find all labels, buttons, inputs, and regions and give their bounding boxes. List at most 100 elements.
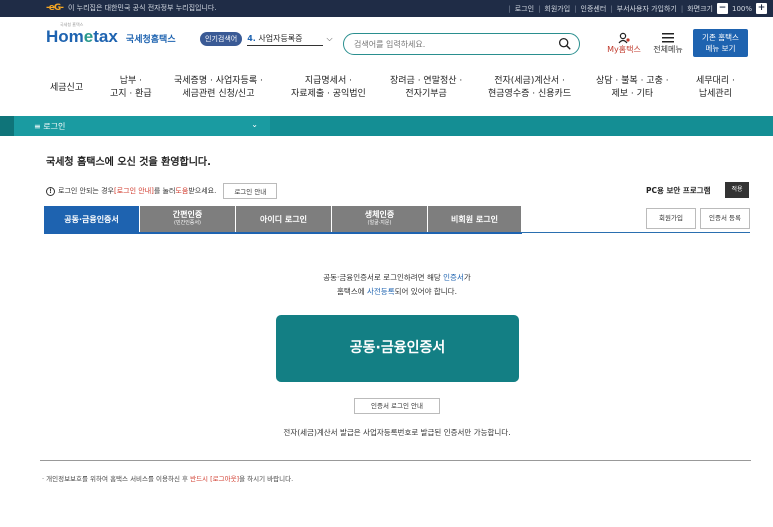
- chevron-down-icon: ⌄: [251, 120, 258, 129]
- desc-text: 홈택스에: [337, 287, 367, 296]
- nav-line1: 납부 ·: [119, 76, 142, 86]
- info-icon: !: [46, 186, 55, 196]
- tab-biometric[interactable]: 생체인증 (얼굴·지문): [332, 206, 428, 233]
- nav-certificates[interactable]: 국세증명 · 사업자등록 · 세금관련 신청/신고: [174, 75, 263, 101]
- logo-tax: tax: [93, 27, 118, 46]
- desc-text: 가: [463, 273, 471, 282]
- popular-keywords[interactable]: 인기검색어 4. 사업자등록증 ⌵: [200, 32, 333, 46]
- nav-incentives[interactable]: 장려금 · 연말정산 · 전자기부금: [390, 75, 462, 101]
- privacy-logout-highlight: 반드시 [로그아웃]: [190, 475, 240, 483]
- tab-label: 아이디 로그인: [260, 215, 307, 224]
- tab-underline: [44, 232, 522, 234]
- page-title: 국세청 홈택스에 오신 것을 환영합니다.: [46, 157, 211, 168]
- tab-simple-auth[interactable]: 간편인증 (민간인증서): [140, 206, 236, 233]
- nav-line2: 세금관련 신청/신고: [182, 89, 255, 99]
- pc-security-apply-button[interactable]: 적용: [725, 182, 749, 198]
- zoom-value: 100%: [731, 4, 752, 13]
- popular-keyword-text: 사업자등록증: [258, 33, 303, 43]
- logo-subtitle: 국세청홈택스: [125, 35, 176, 45]
- nav-line1: 상담 · 불복 · 고충 ·: [596, 76, 669, 86]
- nav-line1: 전자(세금)계산서 ·: [494, 76, 565, 86]
- nav-e-invoice[interactable]: 전자(세금)계산서 · 현금영수증 · 신용카드: [488, 75, 571, 101]
- logo-home: Hom: [46, 27, 84, 46]
- chevron-down-icon[interactable]: ⌵: [327, 34, 333, 44]
- legacy-line2: 메뉴 보기: [705, 44, 736, 53]
- divider: |: [508, 4, 511, 13]
- cert-center-link[interactable]: 인증센터: [581, 4, 607, 14]
- nav-line1: 세금신고: [50, 83, 84, 93]
- logo-tagline: 국세청 홈택스: [60, 22, 84, 27]
- search-box: [343, 33, 580, 55]
- nav-consulting[interactable]: 상담 · 불복 · 고충 · 제보 · 기타: [596, 75, 669, 101]
- description-line2: 홈택스에 사전등록되어 있어야 합니다.: [0, 285, 773, 299]
- notice-link-login-guide[interactable]: [로그인 안내]: [114, 186, 154, 196]
- gov-notice-text: 이 누리집은 대한민국 공식 전자정부 누리집입니다.: [67, 4, 217, 12]
- hamburger-icon: [662, 33, 674, 43]
- notice-text-post: 받으세요.: [188, 187, 217, 195]
- home-link[interactable]: [0, 116, 14, 136]
- gov-banner-bar: -eG- 이 누리집은 대한민국 공식 전자정부 누리집입니다. | 로그인 |…: [0, 0, 773, 17]
- tab-label: 생체인증: [364, 210, 395, 219]
- tab-label: 공동·금융인증서: [64, 215, 119, 224]
- utility-links: | 로그인 | 회원가입 | 인증센터 | 부서사용자 가입하기 | 화면크기 …: [504, 3, 767, 14]
- desc-text: 되어 있어야 합니다.: [394, 287, 457, 296]
- myhometax-label: My홈택스: [607, 45, 641, 54]
- cert-register-button[interactable]: 인증서 등록: [700, 208, 750, 229]
- dept-user-join-link[interactable]: 부서사용자 가입하기: [617, 4, 677, 14]
- nav-line1: 세무대리 ·: [696, 76, 735, 86]
- breadcrumb-current[interactable]: ≡ 로그인 ⌄: [14, 116, 270, 136]
- privacy-text-pre: · 개인정보보호를 위하여 홈택스 서비스를 이용하신 후: [42, 475, 191, 483]
- joint-certificate-login-button[interactable]: 공동·금융인증서: [276, 315, 519, 382]
- notice-text-mid: 를 눌러: [153, 187, 176, 195]
- tab-underline-right: [520, 232, 750, 233]
- login-guide-button[interactable]: 로그인 안내: [223, 183, 278, 199]
- divider: |: [574, 4, 577, 13]
- tab-guest-login[interactable]: 비회원 로그인: [428, 206, 522, 233]
- egov-logo: -eG-: [46, 3, 64, 13]
- person-icon: [618, 32, 630, 44]
- screen-size-label: 화면크기: [687, 4, 713, 13]
- nav-line2: 전자기부금: [405, 89, 447, 99]
- nav-line1: 국세증명 · 사업자등록 ·: [174, 76, 263, 86]
- legacy-line1: 기존 홈택스: [702, 33, 739, 42]
- nav-tax-filing[interactable]: 세금신고: [50, 82, 83, 95]
- popular-tag: 인기검색어: [200, 32, 243, 46]
- header: 국세청 홈택스 Hometax 국세청홈택스 인기검색어 4. 사업자등록증 ⌵…: [0, 17, 773, 67]
- hometax-logo[interactable]: 국세청 홈택스 Hometax 국세청홈택스: [46, 22, 176, 47]
- nav-tax-agent[interactable]: 세무대리 · 납세관리: [696, 75, 735, 101]
- cert-login-guide-button[interactable]: 인증서 로그인 안내: [354, 398, 440, 414]
- divider: |: [680, 4, 684, 13]
- divider: [40, 460, 751, 461]
- search-input[interactable]: [354, 37, 544, 51]
- all-menu-button[interactable]: 전체메뉴: [650, 32, 686, 55]
- nav-line2: 고지 · 환급: [110, 89, 152, 99]
- login-link[interactable]: 로그인: [515, 4, 534, 14]
- tab-id-login[interactable]: 아이디 로그인: [236, 206, 332, 233]
- menu-icon: ≡: [34, 122, 41, 131]
- desc-text: 공동·금융인증서로 로그인하려면 해당: [323, 273, 444, 282]
- nav-statements[interactable]: 지급명세서 · 자료제출 · 공익법인: [291, 75, 366, 101]
- logo-e: e: [83, 27, 94, 46]
- desc-highlight-preregister: 사전등록: [367, 287, 395, 296]
- nav-line2: 제보 · 기타: [611, 89, 654, 99]
- myhometax-button[interactable]: My홈택스: [606, 32, 642, 55]
- signup-link[interactable]: 회원가입: [544, 4, 570, 14]
- pc-security-label: PC용 보안 프로그램: [646, 186, 711, 195]
- nav-line1: 지급명세서 ·: [304, 76, 352, 86]
- zoom-out-button[interactable]: −: [716, 3, 728, 14]
- legacy-hometax-button[interactable]: 기존 홈택스 메뉴 보기: [693, 29, 748, 57]
- all-menu-label: 전체메뉴: [653, 45, 683, 54]
- tab-joint-certificate[interactable]: 공동·금융인증서: [44, 206, 140, 233]
- privacy-notice: · 개인정보보호를 위하여 홈택스 서비스를 이용하신 후 반드시 [로그아웃]…: [42, 473, 293, 483]
- zoom-in-button[interactable]: +: [756, 3, 767, 14]
- divider: |: [610, 4, 613, 13]
- popular-keyword[interactable]: 4. 사업자등록증: [247, 33, 323, 46]
- login-help-notice: ! 로그인 안되는 경우 [로그인 안내] 를 눌러 도움 받으세요. 로그인 …: [46, 183, 278, 199]
- tab-label: 간편인증: [172, 210, 203, 219]
- breadcrumb-label: 로그인: [43, 122, 66, 131]
- nav-line2: 현금영수증 · 신용카드: [488, 89, 572, 99]
- signup-button[interactable]: 회원가입: [646, 208, 696, 229]
- breadcrumb: ≡ 로그인 ⌄: [0, 116, 773, 136]
- search-icon[interactable]: [558, 37, 571, 50]
- nav-payment[interactable]: 납부 · 고지 · 환급: [110, 75, 152, 101]
